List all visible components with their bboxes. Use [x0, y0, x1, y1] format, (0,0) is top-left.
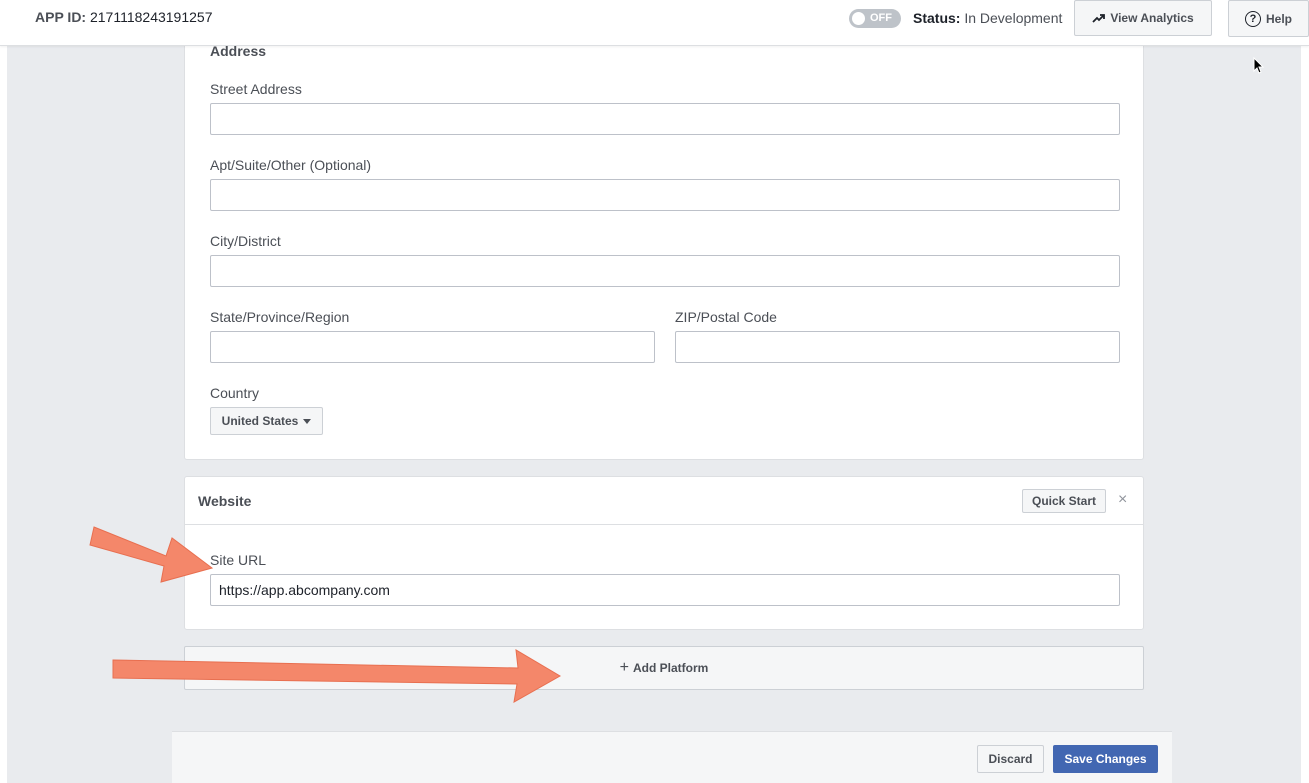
caret-down-icon: [303, 418, 312, 424]
apt-suite-label: Apt/Suite/Other (Optional): [210, 157, 372, 173]
website-platform-card: Website Quick Start × Site URL: [184, 476, 1144, 630]
street-address-label: Street Address: [210, 81, 302, 97]
website-card-title: Website: [198, 493, 252, 509]
right-edge: [1301, 0, 1309, 783]
website-card-header: Website Quick Start ×: [185, 477, 1143, 525]
toggle-knob: [852, 12, 865, 25]
address-card: Address Street Address Apt/Suite/Other (…: [184, 30, 1144, 460]
save-changes-label: Save Changes: [1064, 752, 1147, 766]
help-label: Help: [1265, 11, 1292, 26]
app-id-label: APP ID:: [35, 9, 87, 25]
app-id: APP ID: 2171118243191257: [35, 9, 212, 25]
left-edge: [0, 0, 7, 783]
close-icon[interactable]: ×: [1118, 491, 1127, 509]
apt-suite-input[interactable]: [210, 179, 1120, 211]
discard-label: Discard: [988, 752, 1033, 766]
country-select[interactable]: United States: [210, 407, 323, 435]
city-district-input[interactable]: [210, 255, 1120, 287]
app-id-value: 2171118243191257: [89, 9, 213, 25]
question-circle-icon: ?: [1244, 10, 1261, 27]
app-status: Status: In Development: [913, 10, 1062, 26]
app-header: APP ID: 2171118243191257 OFF Status: In …: [0, 0, 1309, 46]
site-url-input[interactable]: [210, 574, 1120, 606]
view-analytics-button[interactable]: View Analytics: [1074, 0, 1212, 36]
plus-icon: +: [619, 659, 629, 676]
city-district-label: City/District: [210, 233, 281, 249]
trending-up-icon: [1092, 14, 1106, 23]
site-url-label: Site URL: [210, 552, 267, 568]
zip-postal-input[interactable]: [675, 331, 1120, 363]
add-platform-button[interactable]: + Add Platform: [184, 646, 1144, 690]
quick-start-label: Quick Start: [1031, 494, 1097, 508]
help-button[interactable]: ? Help: [1228, 0, 1309, 37]
status-label: Status:: [913, 10, 961, 26]
view-analytics-label: View Analytics: [1110, 11, 1194, 25]
country-selected-value: United States: [221, 414, 299, 428]
state-province-label: State/Province/Region: [210, 309, 350, 325]
status-value: In Development: [964, 10, 1063, 26]
mouse-cursor-icon: [1253, 57, 1265, 74]
toggle-label: OFF: [870, 12, 892, 24]
street-address-input[interactable]: [210, 103, 1120, 135]
live-mode-toggle[interactable]: OFF: [849, 9, 901, 28]
add-platform-label: Add Platform: [633, 661, 709, 675]
discard-button[interactable]: Discard: [977, 745, 1044, 773]
save-changes-button[interactable]: Save Changes: [1053, 745, 1158, 773]
state-province-input[interactable]: [210, 331, 655, 363]
quick-start-button[interactable]: Quick Start: [1022, 489, 1106, 513]
save-bar: Discard Save Changes: [172, 731, 1172, 783]
zip-postal-label: ZIP/Postal Code: [675, 309, 777, 325]
country-label: Country: [210, 385, 260, 401]
